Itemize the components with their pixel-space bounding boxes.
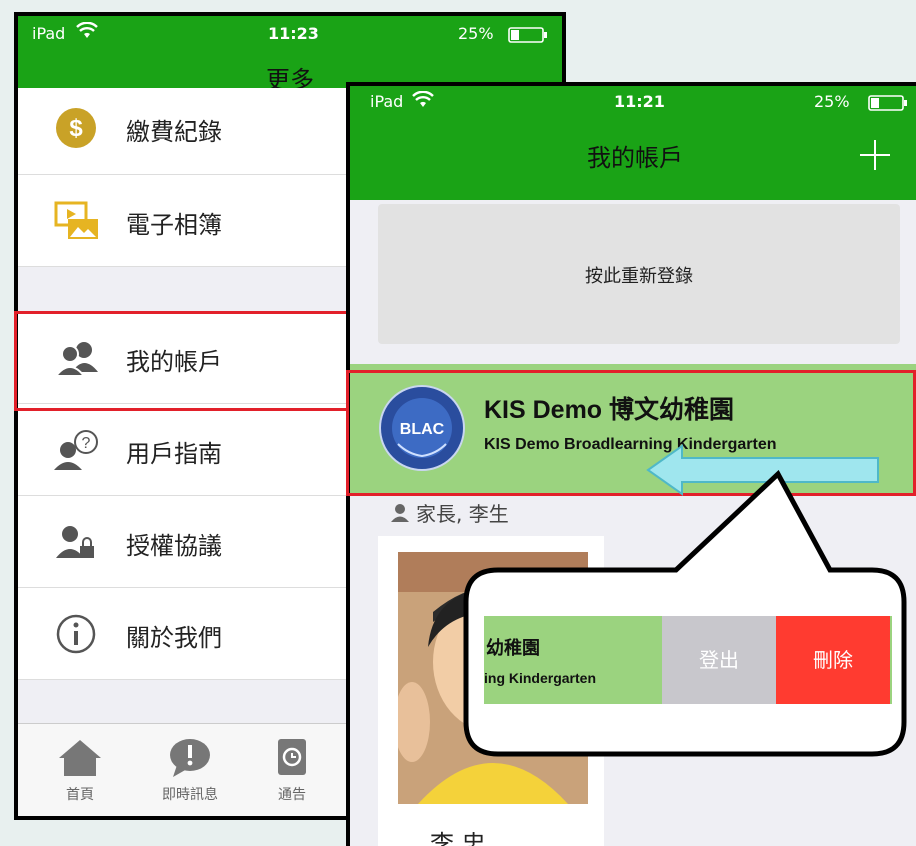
tab-label: 通告 [278, 787, 306, 803]
svg-text:$: $ [69, 115, 83, 142]
user-lock-icon [54, 520, 98, 564]
users-icon [53, 336, 98, 380]
user-help-icon: ? [54, 428, 98, 472]
notice-icon [242, 732, 342, 784]
relogin-button[interactable]: 按此重新登錄 [378, 204, 900, 344]
logo-text: BLAC [400, 421, 445, 438]
tab-label: 首頁 [66, 787, 94, 803]
home-icon [30, 732, 130, 784]
plus-icon[interactable] [858, 138, 892, 176]
swipe-actions-demo: 幼稚園 ing Kindergarten 登出 刪除 [484, 616, 892, 704]
carrier: iPad [370, 92, 404, 111]
tab-home[interactable]: 首頁 [30, 732, 130, 804]
status-time: 11:21 [614, 92, 665, 111]
child-name: 李 忠 [430, 830, 486, 846]
battery-icon [508, 27, 548, 47]
battery-percent: 25% [814, 92, 850, 111]
school-name: KIS Demo 博文幼稚園 [484, 396, 735, 424]
callout-bubble: 幼稚園 ing Kindergarten 登出 刪除 [458, 469, 910, 764]
battery-percent: 25% [458, 24, 494, 43]
nav-bar: 我的帳戶 [350, 120, 916, 200]
page-title: 我的帳戶 [587, 144, 683, 172]
battery-icon [868, 95, 908, 115]
menu-item-label: 授權協議 [126, 532, 222, 560]
menu-item-label: 電子相簿 [126, 211, 222, 239]
tab-notice[interactable]: 通告 [242, 732, 342, 804]
wifi-icon [76, 21, 98, 44]
dollar-coin-icon: $ [54, 106, 98, 150]
logout-button[interactable]: 登出 [662, 616, 776, 704]
info-icon [54, 612, 98, 656]
menu-item-label: 我的帳戶 [126, 348, 222, 376]
school-name-fragment: 幼稚園 [486, 638, 540, 659]
chat-alert-icon [140, 732, 240, 784]
svg-text:?: ? [82, 435, 91, 452]
photo-album-icon [54, 199, 98, 243]
tab-instant-message[interactable]: 即時訊息 [140, 732, 240, 804]
menu-item-label: 關於我們 [126, 624, 222, 652]
delete-button[interactable]: 刪除 [776, 616, 890, 704]
menu-item-label: 繳費紀錄 [126, 118, 222, 146]
wifi-icon [412, 90, 434, 113]
status-bar: iPad 11:21 25% [350, 86, 916, 120]
carrier: iPad [32, 24, 66, 43]
school-logo: BLAC [378, 384, 466, 476]
status-time: 11:23 [268, 24, 319, 43]
status-bar: iPad 11:23 25% [18, 16, 562, 54]
school-en-fragment: ing Kindergarten [484, 670, 597, 686]
menu-item-label: 用戶指南 [126, 440, 222, 468]
tab-label: 即時訊息 [162, 787, 218, 803]
relogin-label: 按此重新登錄 [585, 266, 693, 287]
person-icon [390, 503, 410, 528]
